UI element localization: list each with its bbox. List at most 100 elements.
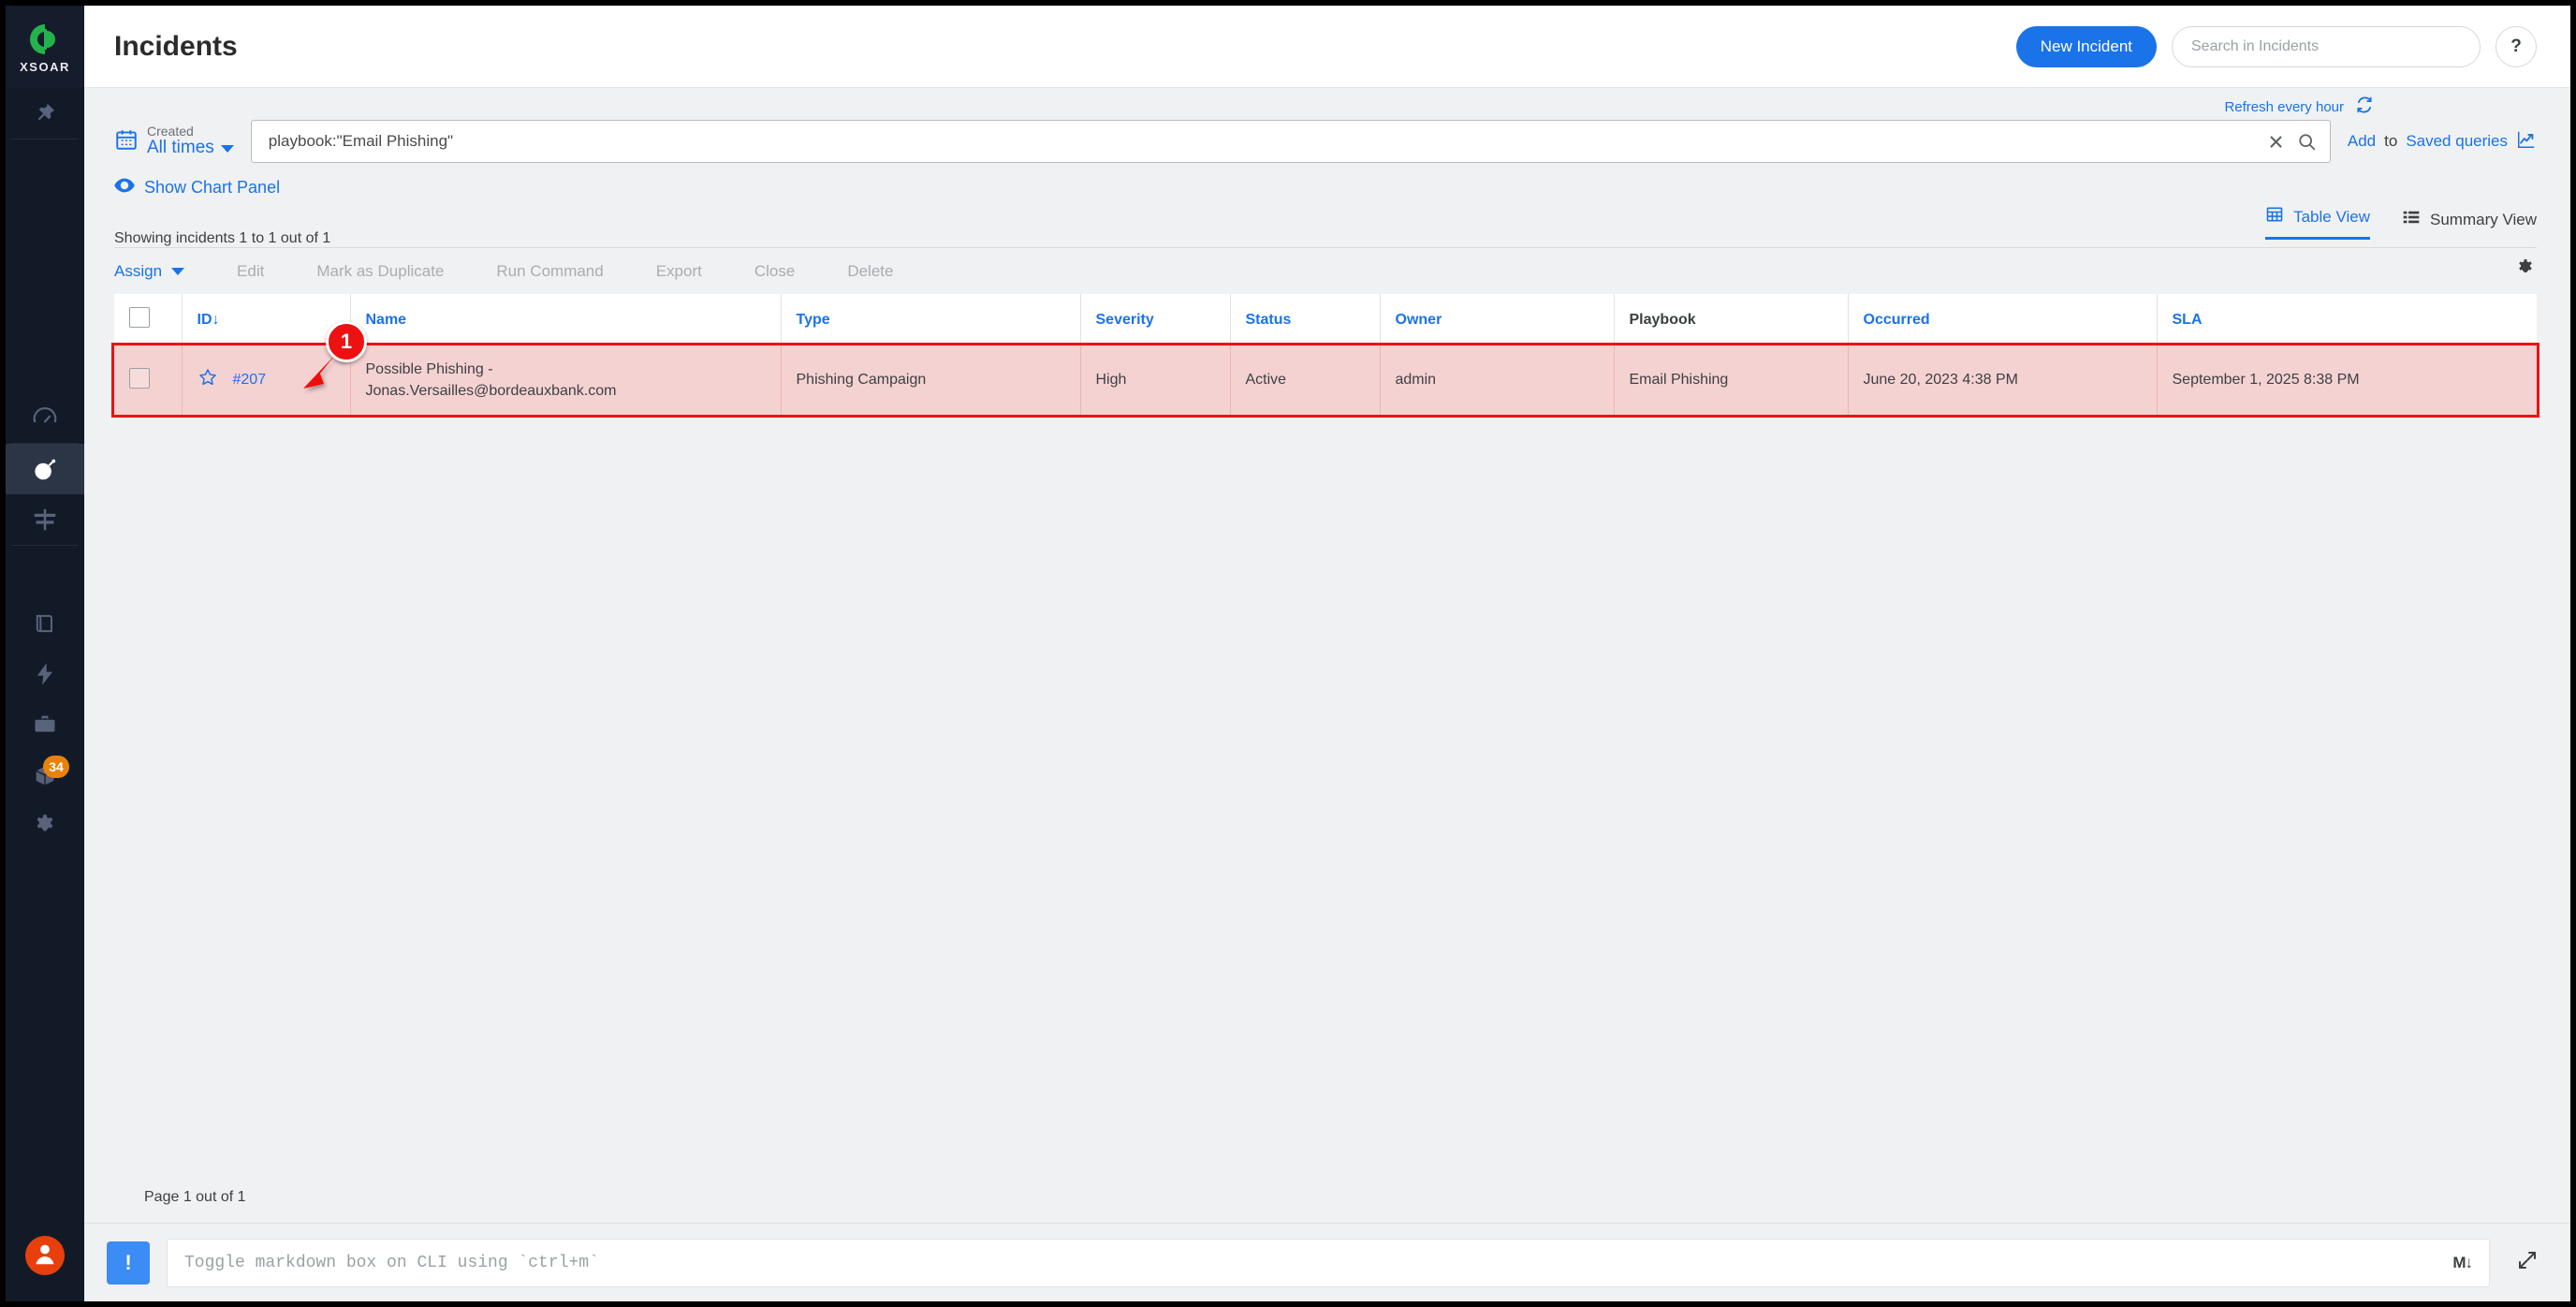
assign-button[interactable]: Assign <box>114 262 237 281</box>
pagination-footer: Page 1 out of 1 <box>114 1174 2537 1223</box>
calendar-icon <box>114 127 139 156</box>
action-toolbar: Assign Edit Mark as Duplicate Run Comman… <box>114 247 2537 294</box>
signpost-icon <box>31 506 59 534</box>
row-name-cell: Possible Phishing - Jonas.Versailles@bor… <box>349 345 781 416</box>
query-row: Created All times playbook:"Email Phishi… <box>114 99 2537 163</box>
gear-icon <box>32 813 58 839</box>
export-button[interactable]: Export <box>656 262 754 281</box>
search-icon[interactable] <box>2297 132 2317 152</box>
table-header-row: ID↓ Name Type Severity Status Owner Play… <box>114 294 2537 345</box>
cli-input-wrap[interactable]: M↓ <box>167 1238 2490 1287</box>
table-row[interactable]: #207 Possible Phishing - Jonas.Versaille… <box>114 345 2537 416</box>
sidebar-item-playbooks[interactable] <box>6 494 84 545</box>
sidebar-item-incidents[interactable] <box>6 444 84 494</box>
sidebar-item-marketplace[interactable]: 34 <box>6 750 84 800</box>
filter-bar: Refresh every hour Created All times pla… <box>84 88 2570 163</box>
row-id-link[interactable]: #207 <box>233 372 267 389</box>
date-filter-value[interactable]: All times <box>147 138 234 158</box>
eye-icon <box>114 178 135 198</box>
row-playbook-cell: Email Phishing <box>1613 345 1848 416</box>
new-incident-button[interactable]: New Incident <box>2015 25 2157 67</box>
trend-chart-icon[interactable] <box>2516 129 2537 154</box>
row-id-cell: #207 <box>181 345 350 416</box>
search-input[interactable] <box>2172 25 2481 67</box>
refresh-icon[interactable] <box>2355 95 2374 118</box>
sidebar-item-playbook-library[interactable] <box>6 598 84 649</box>
column-header-id-label: ID <box>197 311 212 328</box>
query-box[interactable] <box>250 120 2331 163</box>
top-bar: Incidents New Incident ? <box>84 6 2570 88</box>
column-header-owner[interactable]: Owner <box>1379 294 1614 345</box>
user-avatar-icon <box>31 1240 59 1272</box>
tab-table-view[interactable]: Table View <box>2265 205 2370 240</box>
edit-button[interactable]: Edit <box>237 262 316 281</box>
sidebar-item-pin[interactable] <box>6 88 84 139</box>
refresh-control[interactable]: Refresh every hour <box>2224 95 2374 118</box>
saved-queries-link[interactable]: Saved queries <box>2406 132 2508 151</box>
row-select-cell <box>114 345 182 415</box>
row-owner-cell: admin <box>1379 345 1614 416</box>
row-checkbox[interactable] <box>129 367 150 389</box>
cli-bar: ! M↓ <box>84 1223 2570 1301</box>
cli-command-prefix[interactable]: ! <box>107 1241 150 1285</box>
page-title: Incidents <box>114 30 238 62</box>
summary-list-icon <box>2402 208 2421 231</box>
cli-expand-button[interactable] <box>2507 1249 2548 1276</box>
row-occurred-cell: June 20, 2023 4:38 PM <box>1847 345 2157 416</box>
row-status-cell: Active <box>1229 345 1380 416</box>
gear-icon <box>2514 257 2537 285</box>
row-type-cell: Phishing Campaign <box>780 345 1080 416</box>
column-header-occurred[interactable]: Occurred <box>1847 294 2157 345</box>
help-button[interactable]: ? <box>2496 25 2537 67</box>
tab-table-view-label: Table View <box>2293 207 2370 226</box>
select-all-checkbox[interactable] <box>129 307 150 328</box>
clear-x-icon[interactable] <box>2268 134 2284 150</box>
table-grid-icon <box>2265 205 2284 228</box>
table-settings-button[interactable] <box>2514 257 2537 285</box>
show-chart-panel-label: Show Chart Panel <box>144 178 281 197</box>
xsoar-logo-icon <box>26 21 64 58</box>
saved-queries-control[interactable]: Add to Saved queries <box>2348 129 2537 154</box>
column-header-name[interactable]: Name <box>349 294 781 345</box>
showing-incidents-text: Showing incidents 1 to 1 out of 1 <box>114 230 331 246</box>
nav-divider-3 <box>11 545 79 546</box>
column-header-type[interactable]: Type <box>780 294 1080 345</box>
sidebar-item-settings[interactable] <box>6 800 84 851</box>
cli-input[interactable] <box>184 1253 2453 1272</box>
marketplace-badge: 34 <box>43 756 69 778</box>
incidents-table-region: ID↓ Name Type Severity Status Owner Play… <box>111 294 2539 419</box>
column-header-sla[interactable]: SLA <box>2156 294 2537 345</box>
table-empty-area <box>114 415 2537 1174</box>
brand-name: XSOAR <box>20 59 70 74</box>
saved-query-to-label: to <box>2384 132 2398 150</box>
main-content: Incidents New Incident ? Refresh every h… <box>84 6 2570 1301</box>
column-header-severity[interactable]: Severity <box>1079 294 1230 345</box>
delete-button[interactable]: Delete <box>847 262 945 281</box>
top-bar-actions: New Incident ? <box>2015 25 2537 67</box>
xsoar-logo[interactable]: XSOAR <box>6 6 84 88</box>
date-filter-texts: Created All times <box>147 124 234 158</box>
star-outline-icon[interactable] <box>198 367 218 393</box>
chevron-down-icon <box>171 267 185 275</box>
application-window: XSOAR 34 Incidents New Incident Search i… <box>0 0 2576 1307</box>
column-header-status[interactable]: Status <box>1229 294 1380 345</box>
column-header-playbook[interactable]: Playbook <box>1613 294 1848 345</box>
run-command-button[interactable]: Run Command <box>496 262 655 281</box>
mark-as-duplicate-button[interactable]: Mark as Duplicate <box>316 262 496 281</box>
add-saved-query-link[interactable]: Add <box>2348 132 2376 151</box>
sidebar-item-automation[interactable] <box>6 649 84 699</box>
date-filter[interactable]: Created All times <box>114 124 234 158</box>
sidebar-item-dashboard[interactable] <box>6 392 84 443</box>
table-body: #207 Possible Phishing - Jonas.Versaille… <box>114 345 2537 416</box>
query-input[interactable] <box>268 132 2255 151</box>
column-header-id[interactable]: ID↓ <box>181 294 350 345</box>
tab-summary-view[interactable]: Summary View <box>2402 208 2537 240</box>
sidebar-item-jobs[interactable] <box>6 699 84 750</box>
lightning-icon <box>32 661 58 687</box>
close-button[interactable]: Close <box>754 262 847 281</box>
row-severity-cell: High <box>1079 345 1230 416</box>
show-chart-panel-toggle[interactable]: Show Chart Panel <box>84 163 2570 198</box>
avatar[interactable] <box>25 1236 65 1275</box>
markdown-toggle-icon[interactable]: M↓ <box>2452 1254 2473 1272</box>
dashboard-gauge-icon <box>31 404 59 432</box>
